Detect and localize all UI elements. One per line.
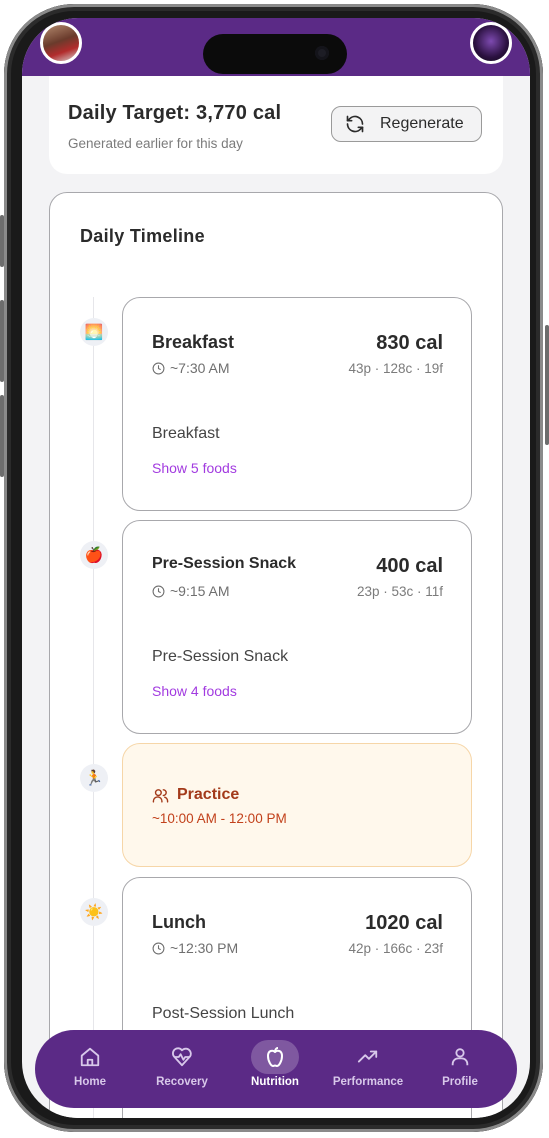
nav-label: Performance xyxy=(332,1076,404,1088)
side-button xyxy=(0,395,4,477)
nav-performance[interactable]: Performance xyxy=(320,1030,416,1108)
refresh-icon xyxy=(346,115,364,133)
meal-macros: 42p · 166c · 23f xyxy=(348,941,443,956)
practice-title: Practice xyxy=(152,786,239,804)
show-foods-link[interactable]: Show 5 foods xyxy=(152,460,237,476)
sunrise-icon: 🌅 xyxy=(80,318,108,346)
regenerate-button[interactable]: Regenerate xyxy=(331,106,482,142)
meal-time-text: ~7:30 AM xyxy=(170,360,230,376)
apple-icon: 🍎 xyxy=(80,541,108,569)
meal-macros: 43p · 128c · 19f xyxy=(348,361,443,376)
meal-name: Lunch xyxy=(152,912,206,932)
heart-pulse-icon xyxy=(167,1044,197,1070)
nav-label: Nutrition xyxy=(251,1076,299,1088)
clock-icon xyxy=(152,362,165,374)
sun-icon: ☀️ xyxy=(80,898,108,926)
nav-profile[interactable]: Profile xyxy=(412,1030,508,1108)
practice-card[interactable]: Practice ~10:00 AM - 12:00 PM xyxy=(122,743,472,867)
daily-target-subtitle: Generated earlier for this day xyxy=(68,136,243,151)
meal-time: ~9:15 AM xyxy=(152,583,230,599)
users-icon xyxy=(152,788,169,803)
practice-time: ~10:00 AM - 12:00 PM xyxy=(152,811,287,826)
meal-name: Breakfast xyxy=(152,332,235,352)
daily-target-title: Daily Target: 3,770 cal xyxy=(68,102,282,124)
running-icon: 🏃 xyxy=(80,764,108,792)
user-icon xyxy=(445,1044,475,1070)
user-avatar[interactable] xyxy=(40,22,82,64)
home-icon xyxy=(75,1044,105,1070)
practice-title-text: Practice xyxy=(177,786,240,803)
meal-calories: 400 cal xyxy=(376,555,443,577)
nav-label: Home xyxy=(74,1076,106,1088)
daily-target-card: Daily Target: 3,770 cal Generated earlie… xyxy=(49,76,503,174)
dynamic-island xyxy=(203,34,347,74)
meal-calories: 1020 cal xyxy=(365,912,443,934)
meal-time: ~7:30 AM xyxy=(152,360,230,376)
meal-description: Post-Session Lunch xyxy=(152,1005,295,1022)
bottom-nav: Home Recovery Nutrition Performance Prof… xyxy=(35,1030,517,1108)
nav-label: Profile xyxy=(442,1076,478,1088)
nav-recovery[interactable]: Recovery xyxy=(134,1030,230,1108)
timeline-line xyxy=(93,297,94,1118)
show-foods-link[interactable]: Show 4 foods xyxy=(152,683,237,699)
meal-calories: 830 cal xyxy=(376,332,443,354)
side-button xyxy=(545,325,549,445)
clock-icon xyxy=(152,942,165,954)
side-button xyxy=(0,300,4,382)
meal-card-breakfast[interactable]: Breakfast ~7:30 AM 830 cal 43p · 128c · … xyxy=(122,297,472,511)
meal-time: ~12:30 PM xyxy=(152,940,238,956)
nav-nutrition[interactable]: Nutrition xyxy=(227,1030,323,1108)
meal-card-pre-session-snack[interactable]: Pre-Session Snack ~9:15 AM 400 cal 23p ·… xyxy=(122,520,472,734)
nav-home[interactable]: Home xyxy=(42,1030,138,1108)
camera-icon xyxy=(315,46,329,60)
apple-icon xyxy=(251,1040,299,1074)
team-logo[interactable] xyxy=(470,22,512,64)
screen: Daily Target: 3,770 cal Generated earlie… xyxy=(22,18,530,1118)
meal-time-text: ~9:15 AM xyxy=(170,583,230,599)
nav-label: Recovery xyxy=(156,1076,208,1088)
daily-timeline-card: Daily Timeline 🌅 Breakfast ~7:30 AM 830 … xyxy=(49,192,503,1118)
meal-time-text: ~12:30 PM xyxy=(170,940,239,956)
meal-description: Pre-Session Snack xyxy=(152,648,289,665)
meal-macros: 23p · 53c · 11f xyxy=(356,584,443,599)
meal-name: Pre-Session Snack xyxy=(152,555,297,572)
meal-description: Breakfast xyxy=(152,425,220,442)
timeline-title: Daily Timeline xyxy=(80,226,205,246)
side-button xyxy=(0,215,4,267)
clock-icon xyxy=(152,585,165,597)
regenerate-label: Regenerate xyxy=(380,115,464,132)
trending-up-icon xyxy=(353,1044,383,1070)
